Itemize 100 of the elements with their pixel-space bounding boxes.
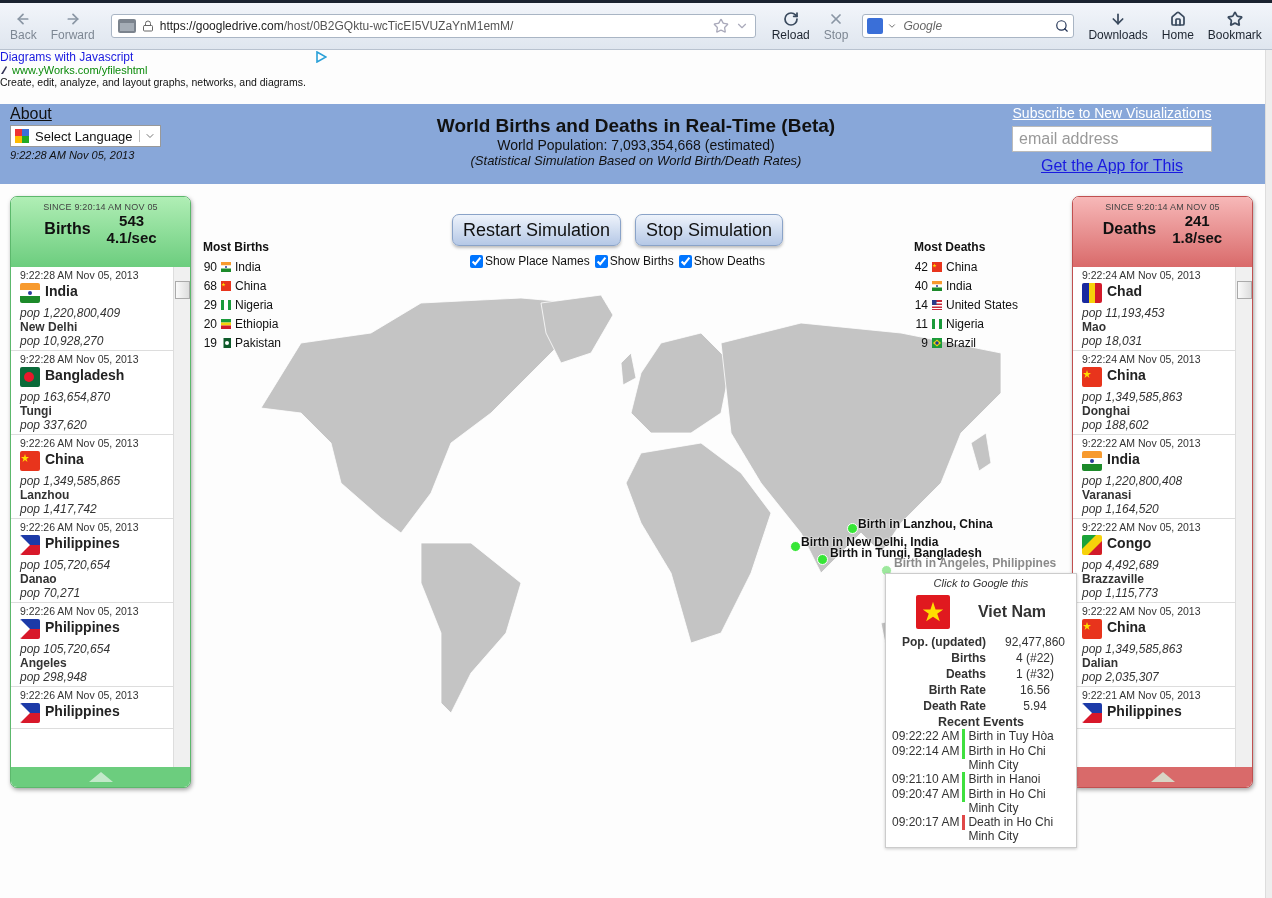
event-time: 09:22:22 AM bbox=[892, 729, 960, 743]
event-time: 09:20:17 AM bbox=[892, 815, 960, 829]
stat-value: 4 (#22) bbox=[1014, 651, 1055, 665]
caret-icon[interactable] bbox=[887, 21, 898, 31]
flag-icon bbox=[20, 367, 40, 387]
home-button[interactable]: Home bbox=[1157, 10, 1198, 42]
city-population: pop 2,035,307 bbox=[1082, 670, 1160, 684]
ad-choices-icon[interactable] bbox=[315, 51, 328, 63]
country-name: China bbox=[1107, 367, 1146, 383]
reload-button[interactable]: Reload bbox=[767, 10, 814, 42]
search-input[interactable]: Google bbox=[901, 18, 1052, 34]
country-name: Congo bbox=[1107, 535, 1152, 551]
flag-icon bbox=[1082, 619, 1102, 639]
event-time: 9:22:26 AM Nov 05, 2013 bbox=[20, 437, 140, 449]
flag-icon bbox=[20, 283, 40, 303]
map-marker[interactable] bbox=[817, 554, 828, 565]
flag-icon bbox=[221, 338, 231, 348]
downloads-button[interactable]: Downloads bbox=[1084, 10, 1152, 42]
stat-value: 1 (#32) bbox=[1014, 667, 1055, 681]
ad-title-link[interactable]: Diagrams with Javascript bbox=[0, 50, 134, 64]
ad-logo-icon bbox=[0, 65, 8, 75]
star-icon[interactable] bbox=[712, 18, 729, 34]
search-icon[interactable] bbox=[1055, 19, 1070, 33]
city-name: Angeles bbox=[20, 656, 68, 670]
get-app-link[interactable]: Get the App for This bbox=[1041, 157, 1183, 175]
marker-label: Birth in Lanzhou, China bbox=[858, 517, 993, 531]
language-select[interactable]: Select Language bbox=[10, 125, 161, 147]
search-engine-icon[interactable] bbox=[867, 18, 884, 34]
popup-hint[interactable]: Click to Google this bbox=[933, 577, 1029, 589]
flag-icon bbox=[932, 300, 942, 310]
panel-title: Births bbox=[44, 220, 91, 238]
event-time: 9:22:26 AM Nov 05, 2013 bbox=[20, 521, 140, 533]
home-icon bbox=[1169, 10, 1186, 27]
legend-country: India bbox=[235, 260, 262, 274]
country-name: Philippines bbox=[45, 703, 120, 719]
map-marker[interactable] bbox=[790, 541, 801, 552]
address-bar[interactable]: https://googledrive.com/host/0B2GQktu-wcTicEI5VUZaYnM1emM/ bbox=[110, 14, 756, 38]
checkbox[interactable] bbox=[678, 254, 692, 268]
legend-count: 20 bbox=[203, 317, 217, 331]
country-name: Bangladesh bbox=[45, 367, 125, 383]
stop-button[interactable]: Stop Simulation bbox=[635, 214, 784, 246]
legend-count: 68 bbox=[203, 279, 217, 293]
city-population: pop 188,602 bbox=[1082, 418, 1150, 432]
legend-country: Ethiopia bbox=[235, 317, 279, 331]
legend-count: 42 bbox=[914, 260, 928, 274]
flag-icon bbox=[932, 262, 942, 272]
star-icon bbox=[1226, 10, 1243, 27]
popup-country: Viet Nam bbox=[977, 603, 1047, 621]
page-title: World Births and Deaths in Real-Time (Beta) bbox=[436, 115, 836, 137]
flag-icon bbox=[20, 535, 40, 555]
event-time: 9:22:26 AM Nov 05, 2013 bbox=[20, 605, 140, 617]
scrollbar[interactable] bbox=[1235, 267, 1252, 767]
city-population: pop 70,271 bbox=[20, 586, 82, 600]
legend-title: Most Births bbox=[203, 240, 270, 254]
legend-count: 11 bbox=[914, 317, 928, 331]
event-text: Birth in Ho Chi Minh City bbox=[968, 787, 1047, 815]
stat-label: Pop. (updated) bbox=[900, 635, 986, 649]
country-population: pop 1,349,585,863 bbox=[1082, 642, 1184, 656]
event-time: 09:20:47 AM bbox=[892, 787, 960, 801]
map-marker[interactable] bbox=[847, 523, 858, 534]
legend-country: Pakistan bbox=[235, 336, 282, 350]
flag-icon bbox=[20, 619, 40, 639]
city-population: pop 10,928,270 bbox=[20, 334, 105, 348]
flag-icon bbox=[932, 281, 942, 291]
country-name: Chad bbox=[1107, 283, 1142, 299]
country-name: India bbox=[45, 283, 78, 299]
flag-icon bbox=[1082, 535, 1102, 555]
country-population: pop 11,193,453 bbox=[1082, 306, 1166, 320]
city-population: pop 337,620 bbox=[20, 418, 88, 432]
event-time: 09:21:10 AM bbox=[892, 772, 960, 786]
bookmarks-button[interactable]: Bookmark bbox=[1203, 10, 1266, 42]
page-scrollbar[interactable] bbox=[1265, 50, 1272, 898]
restart-button[interactable]: Restart Simulation bbox=[451, 214, 621, 246]
expand-arrow-icon[interactable] bbox=[88, 772, 113, 782]
checkbox[interactable] bbox=[469, 254, 483, 268]
scrollbar[interactable] bbox=[173, 267, 190, 767]
email-field[interactable]: email address bbox=[1012, 126, 1212, 152]
checkbox-label: Show Births bbox=[609, 254, 674, 268]
page-icon bbox=[117, 19, 136, 33]
legend-country: Nigeria bbox=[235, 298, 273, 312]
event-time: 9:22:22 AM Nov 05, 2013 bbox=[1082, 437, 1202, 449]
event-time: 9:22:22 AM Nov 05, 2013 bbox=[1082, 521, 1202, 533]
about-link[interactable]: About bbox=[10, 105, 52, 123]
since-time: SINCE 9:20:14 AM NOV 05 bbox=[43, 202, 158, 212]
checkbox-label: Show Deaths bbox=[693, 254, 766, 268]
city-name: Mao bbox=[1082, 320, 1107, 334]
city-population: pop 18,031 bbox=[1082, 334, 1144, 348]
panel-title: Deaths bbox=[1102, 220, 1157, 238]
lock-icon bbox=[141, 20, 154, 32]
city-name: Varanasi bbox=[1082, 488, 1133, 502]
search-field[interactable]: Google bbox=[862, 14, 1075, 38]
total-count: 241 bbox=[1184, 212, 1210, 229]
expand-arrow-icon[interactable] bbox=[1150, 772, 1175, 782]
city-population: pop 1,164,520 bbox=[1082, 502, 1160, 516]
legend-country: India bbox=[946, 279, 973, 293]
checkbox[interactable] bbox=[594, 254, 608, 268]
legend-count: 29 bbox=[203, 298, 217, 312]
stat-value: 92,477,860 bbox=[1003, 635, 1066, 649]
flag-icon bbox=[20, 451, 40, 471]
event-time: 9:22:24 AM Nov 05, 2013 bbox=[1082, 269, 1202, 281]
